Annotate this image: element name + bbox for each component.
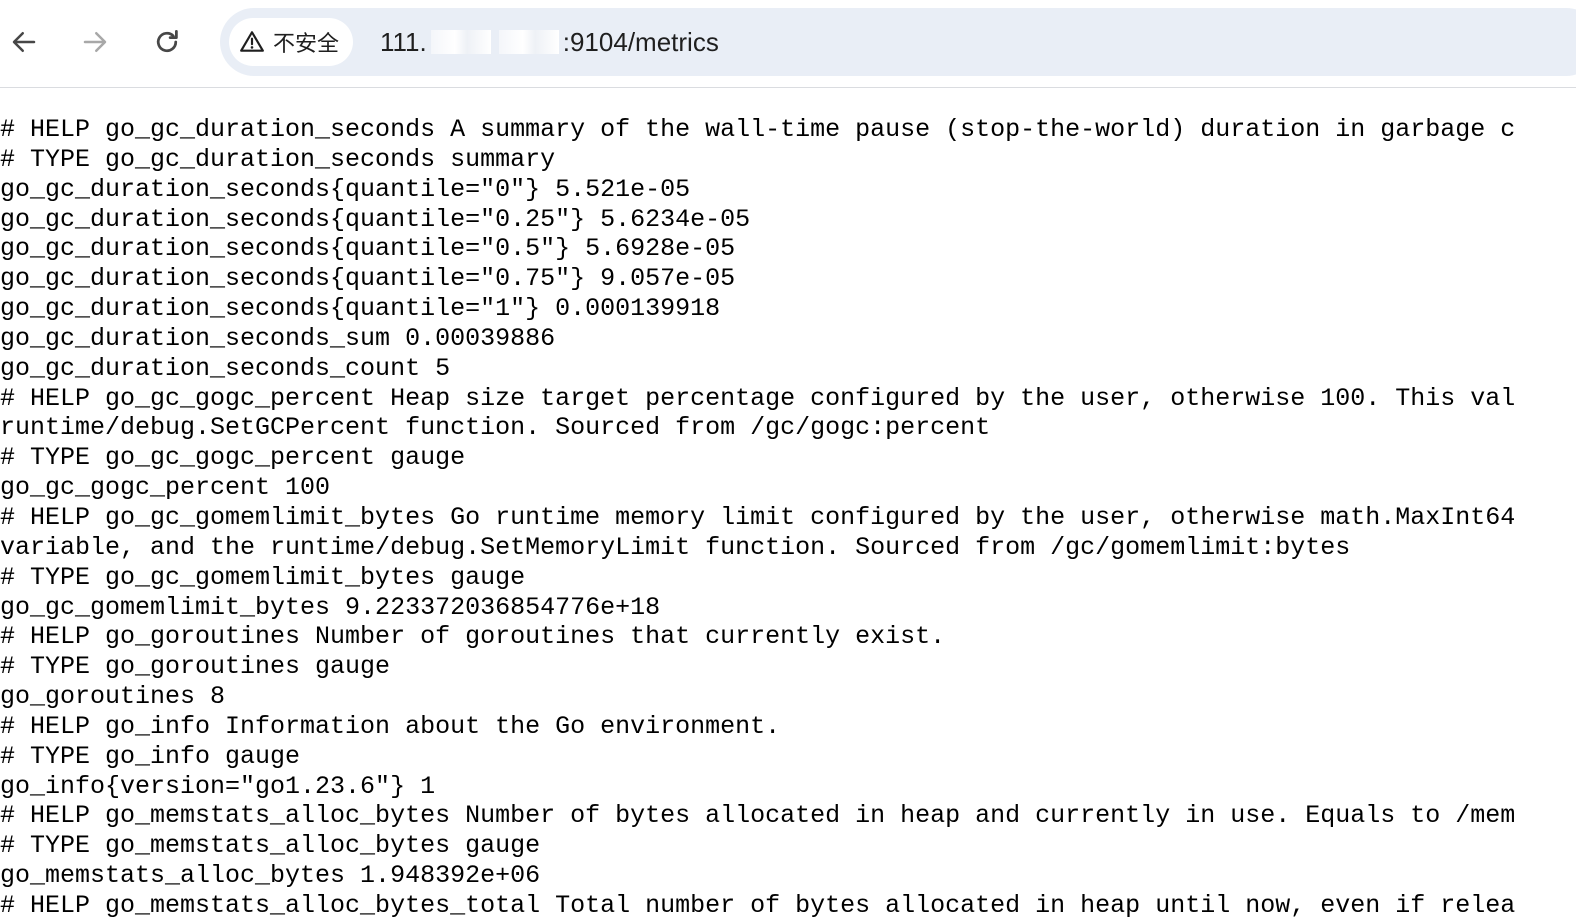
url-text[interactable]: 111. :9104/metrics [380, 26, 719, 58]
reload-icon [156, 30, 178, 53]
metric-line: # HELP go_gc_duration_seconds A summary … [0, 115, 1516, 144]
metric-line: go_gc_duration_seconds_count 5 [0, 353, 451, 383]
metric-line: # HELP go_gc_gogc_percent Heap size targ… [0, 383, 1516, 413]
metric-line: # TYPE go_goroutines gauge [0, 652, 391, 682]
security-chip[interactable]: 不安全 [229, 18, 354, 66]
metric-line: # HELP go_goroutines Number of goroutine… [0, 622, 946, 652]
metric-line: # TYPE go_gc_duration_seconds summary [0, 144, 556, 174]
metrics-text: # HELP go_gc_duration_seconds A summary … [0, 115, 1576, 921]
back-button[interactable] [2, 20, 46, 64]
metric-line: go_gc_duration_seconds{quantile="0"} 5.5… [0, 174, 691, 204]
arrow-right-icon [83, 32, 107, 52]
metric-line: # HELP go_memstats_alloc_bytes Number of… [0, 801, 1516, 831]
metric-line: # HELP go_gc_gomemlimit_bytes Go runtime… [0, 502, 1516, 532]
metric-line: variable, and the runtime/debug.SetMemor… [0, 532, 1351, 562]
arrow-left-icon [12, 32, 36, 52]
metric-line: go_gc_gomemlimit_bytes 9.223372036854776… [0, 592, 661, 622]
metric-line: # HELP go_info Information about the Go … [0, 711, 781, 741]
metric-line: go_gc_duration_seconds{quantile="1"} 0.0… [0, 294, 721, 324]
security-label: 不安全 [273, 32, 340, 57]
url-redaction [498, 30, 559, 54]
metric-line: # TYPE go_gc_gogc_percent gauge [0, 443, 466, 473]
metric-line: # TYPE go_gc_gomemlimit_bytes gauge [0, 562, 526, 592]
metric-line: go_info{version="go1.23.6"} 1 [0, 771, 436, 801]
metric-line: go_gc_duration_seconds_sum 0.00039886 [0, 323, 556, 353]
address-bar[interactable]: 不安全 111. :9104/metrics [220, 8, 1576, 76]
metric-line: # TYPE go_memstats_alloc_bytes gauge [0, 831, 541, 861]
metric-line: go_gc_gogc_percent 100 [0, 473, 331, 503]
url-suffix: :9104/metrics [562, 27, 719, 57]
warning-triangle-icon [240, 31, 264, 52]
metric-line: go_memstats_alloc_bytes 1.948392e+06 [0, 861, 541, 891]
url-prefix: 111. [380, 27, 427, 57]
url-redaction [430, 30, 491, 54]
metric-line: go_gc_duration_seconds{quantile="0.75"} … [0, 264, 736, 294]
metric-line: go_gc_duration_seconds{quantile="0.25"} … [0, 204, 751, 234]
reload-button[interactable] [145, 20, 189, 64]
metric-line: runtime/debug.SetGCPercent function. Sou… [0, 413, 991, 443]
browser-toolbar: 不安全 111. :9104/metrics [0, 0, 1576, 88]
metric-line: # TYPE go_info gauge [0, 741, 301, 771]
forward-button[interactable] [73, 20, 117, 64]
metric-line: go_goroutines 8 [0, 682, 226, 712]
metric-line: go_gc_duration_seconds{quantile="0.5"} 5… [0, 234, 736, 264]
page-content: # HELP go_gc_duration_seconds A summary … [0, 115, 1576, 922]
metric-line: # HELP go_memstats_alloc_bytes_total Tot… [0, 890, 1516, 920]
